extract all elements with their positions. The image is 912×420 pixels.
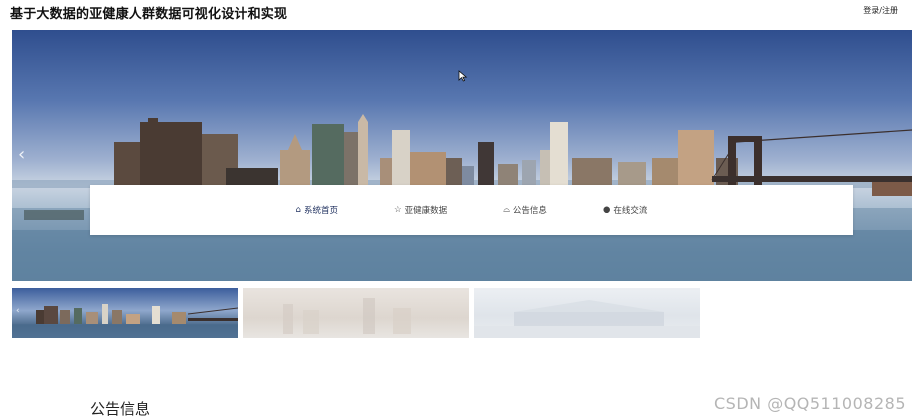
- chevron-left-icon[interactable]: ‹: [18, 146, 25, 164]
- thumbnail-2[interactable]: [243, 288, 469, 338]
- site-title: 基于大数据的亚健康人群数据可视化设计和实现: [10, 7, 288, 22]
- login-register-link[interactable]: 登录/注册: [863, 5, 898, 16]
- nav-item-label: 亚健康数据: [404, 206, 448, 216]
- nav-item-4[interactable]: ● 在线交流: [595, 204, 655, 216]
- info-icon: ●: [602, 205, 611, 215]
- nav-item-2[interactable]: ☆ 亚健康数据: [386, 204, 455, 216]
- building-thumbnail-image: [474, 300, 700, 338]
- star-icon: ☆: [394, 205, 402, 215]
- chevron-left-icon: ‹: [16, 306, 20, 316]
- nav-item-1[interactable]: ⌂ 系统首页: [288, 204, 346, 216]
- bell-icon: ⌓: [503, 205, 510, 215]
- watermark-text: CSDN @QQ511008285: [713, 394, 906, 413]
- nav-item-3[interactable]: ⌓ 公告信息: [495, 204, 555, 216]
- nav-item-label: 公告信息: [512, 206, 547, 216]
- city-thumbnail-image: [12, 304, 238, 338]
- carousel-thumbnails: ‹: [12, 288, 712, 338]
- notice-section-heading: 公告信息: [90, 400, 151, 418]
- thumbnail-3[interactable]: [474, 288, 700, 338]
- top-bar: 基于大数据的亚健康人群数据可视化设计和实现 登录/注册: [0, 0, 912, 28]
- city-haze-thumbnail-image: [283, 298, 411, 334]
- mouse-cursor-icon: [458, 70, 468, 82]
- nav-item-label: 系统首页: [304, 206, 339, 216]
- main-navigation: ⌂ 系统首页 ☆ 亚健康数据 ⌓ 公告信息 ● 在线交流: [90, 185, 853, 235]
- home-icon: ⌂: [295, 205, 302, 215]
- city-skyline-image: [12, 114, 912, 281]
- nav-item-label: 在线交流: [613, 206, 648, 216]
- thumbnail-1[interactable]: ‹: [12, 288, 238, 338]
- hero-carousel[interactable]: ‹ ⌂ 系统首页 ☆ 亚健康数据 ⌓ 公告信息 ● 在线交流: [12, 30, 912, 281]
